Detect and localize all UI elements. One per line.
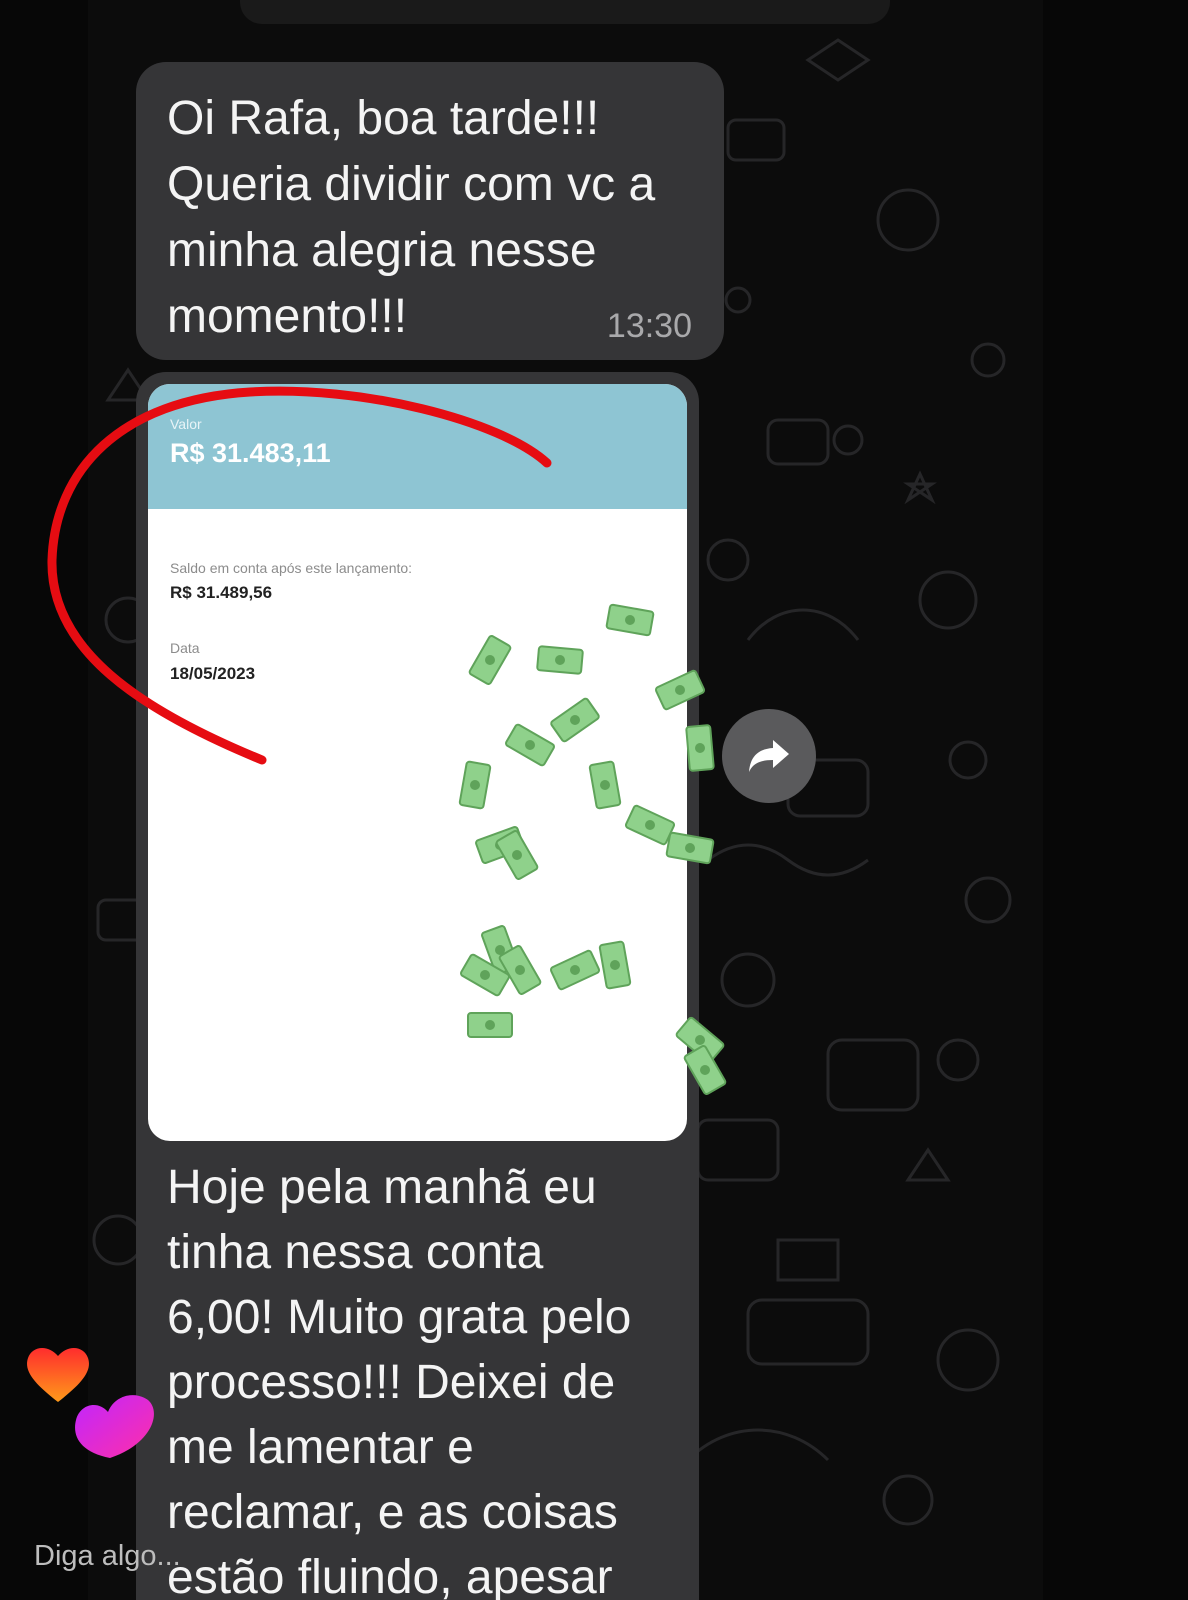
forward-button[interactable] [722,709,816,803]
receipt-balance-label: Saldo em conta após este lançamento: [170,560,413,576]
message-text: Hoje pela manhã eu tinha nessa conta 6,0… [167,1161,632,1600]
right-margin [1043,0,1188,1600]
forward-arrow-icon [749,740,789,772]
receipt-date-label: Data [170,640,200,656]
receipt-amount-label: Valor [170,416,202,432]
reactions [27,1347,154,1458]
message-time: 13:30 [606,307,692,345]
heart-icon [75,1395,154,1458]
top-bar [240,0,890,24]
receipt-date-value: 18/05/2023 [170,664,256,683]
heart-icon [27,1347,89,1402]
comment-input[interactable]: Diga algo... [34,1540,181,1573]
receipt-header: Valor R$ 31.483,11 [148,384,687,509]
receipt-amount-value: R$ 31.483,11 [170,438,331,468]
receipt-screenshot[interactable]: Valor R$ 31.483,11 Saldo em conta após e… [148,384,687,1141]
story-frame: Oi Rafa, boa tarde!!! Queria dividir com… [0,0,1188,1600]
image-message-bubble[interactable]: Valor R$ 31.483,11 Saldo em conta após e… [136,372,699,1600]
receipt-balance-value: R$ 31.489,56 [170,583,273,602]
message-bubble-incoming[interactable]: Oi Rafa, boa tarde!!! Queria dividir com… [136,62,724,360]
